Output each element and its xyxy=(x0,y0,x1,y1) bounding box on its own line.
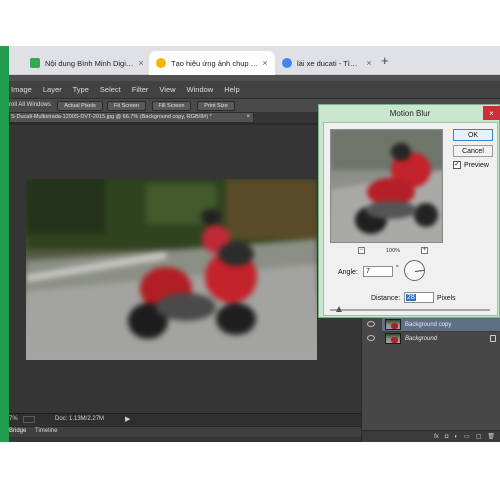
bottom-panel-tabs: Bridge Timeline xyxy=(9,426,361,437)
menu-select[interactable]: Select xyxy=(100,85,121,94)
new-tab-button[interactable]: + xyxy=(381,53,389,68)
add-mask-icon[interactable]: ◘ xyxy=(445,434,449,440)
browser-tab-bar: Nội dung Bình Minh Digit… × Tạo hiệu ứng… xyxy=(9,46,500,75)
actual-pixels-button[interactable]: Actual Pixels xyxy=(57,101,103,111)
layer-thumbnail xyxy=(385,333,401,344)
sheets-icon xyxy=(30,58,40,68)
ps-menu-bar: Image Layer Type Select Filter View Wind… xyxy=(9,81,500,98)
close-icon[interactable]: × xyxy=(135,58,147,68)
filter-preview[interactable] xyxy=(330,129,443,243)
layer-thumbnail xyxy=(385,319,401,330)
fit-screen-button[interactable]: Fit Screen xyxy=(107,101,146,111)
eye-icon[interactable] xyxy=(367,321,375,327)
new-layer-icon[interactable]: ▢ xyxy=(476,433,482,440)
motion-blur-dialog: Motion Blur × − 100% + OK Cancel ✓ Previ… xyxy=(318,104,500,318)
browser-tab-1[interactable]: Nội dung Bình Minh Digit… × xyxy=(23,51,151,75)
browser-tab-3[interactable]: lái xe ducati - Tìm với Goo… × xyxy=(275,51,379,75)
document-tab-strip xyxy=(9,123,321,125)
lock-icon xyxy=(490,335,496,342)
doc-size-info: Doc: 1.13M/2.27M xyxy=(55,416,105,422)
close-icon[interactable]: × xyxy=(483,106,500,120)
zoom-value[interactable]: 7% xyxy=(9,416,18,422)
close-icon[interactable]: × xyxy=(259,58,271,68)
layer-name: Background xyxy=(405,335,438,342)
angle-label: Angle: xyxy=(338,269,358,276)
distance-input[interactable]: 28 xyxy=(404,292,434,303)
trash-icon[interactable]: 🗑 xyxy=(487,433,495,440)
browser-tab-2[interactable]: Tạo hiệu ứng ảnh chụp Pa… × xyxy=(149,51,275,75)
distance-slider-thumb[interactable] xyxy=(336,306,342,312)
close-icon[interactable]: × xyxy=(363,58,375,68)
menu-help[interactable]: Help xyxy=(224,85,239,94)
link-layers-icon[interactable]: fx xyxy=(434,434,439,440)
document-tab-title: S-Ducati-Multistrada-1200S-DVT-2015.jpg … xyxy=(11,114,212,120)
menu-layer[interactable]: Layer xyxy=(43,85,62,94)
print-size-button[interactable]: Print Size xyxy=(197,101,235,111)
layers-panel-footer: fx ◘ ◐ ▭ ▢ 🗑 xyxy=(362,430,500,442)
dialog-title: Motion Blur xyxy=(389,109,431,118)
document-tab[interactable]: S-Ducati-Multistrada-1200S-DVT-2015.jpg … xyxy=(9,112,254,123)
preview-checkbox[interactable]: ✓ Preview xyxy=(453,161,489,169)
layer-name: Background copy xyxy=(405,321,452,328)
dialog-body: − 100% + OK Cancel ✓ Preview Angle: 7 ° … xyxy=(323,122,498,316)
image-canvas[interactable] xyxy=(26,179,317,360)
preview-label: Preview xyxy=(464,161,489,169)
left-green-strip xyxy=(0,46,9,442)
tab-title: lái xe ducati - Tìm với Goo… xyxy=(297,58,363,68)
layers-panel: Background copy Background fx ◘ ◐ ▭ ▢ 🗑 xyxy=(361,305,500,442)
google-icon xyxy=(282,58,292,68)
menu-view[interactable]: View xyxy=(159,85,175,94)
new-group-icon[interactable]: ▭ xyxy=(464,433,470,440)
adjustment-layer-icon[interactable]: ◐ xyxy=(454,434,458,440)
tab-bridge[interactable]: Bridge xyxy=(9,428,26,434)
scroll-all-windows-checkbox[interactable]: roll All Windows xyxy=(9,102,51,108)
layer-row-background-copy[interactable]: Background copy xyxy=(367,317,500,331)
eye-icon[interactable] xyxy=(367,335,375,341)
tab-timeline[interactable]: Timeline xyxy=(35,428,57,434)
tab-title: Nội dung Bình Minh Digit… xyxy=(45,58,135,68)
fill-screen-button[interactable]: Fill Screen xyxy=(152,101,191,111)
tab-title: Tạo hiệu ứng ảnh chụp Pa… xyxy=(171,58,259,68)
doc-info-box xyxy=(23,416,35,423)
distance-slider-track[interactable] xyxy=(330,309,490,311)
layer-row-background[interactable]: Background xyxy=(367,331,500,345)
pixels-unit-label: Pixels xyxy=(437,295,456,302)
screenshot-root: Nội dung Bình Minh Digit… × Tạo hiệu ứng… xyxy=(0,0,500,500)
close-icon[interactable]: × xyxy=(246,113,250,122)
angle-dial[interactable] xyxy=(404,260,425,281)
cancel-button[interactable]: Cancel xyxy=(453,145,493,157)
menu-filter[interactable]: Filter xyxy=(132,85,149,94)
status-bar: 7% Doc: 1.13M/2.27M ▶ xyxy=(9,413,361,425)
checkbox-box[interactable]: ✓ xyxy=(453,161,461,169)
menu-window[interactable]: Window xyxy=(187,85,214,94)
degree-symbol: ° xyxy=(396,265,399,272)
blurred-motorcycle-image xyxy=(26,179,317,360)
preview-zoom-value: 100% xyxy=(385,247,401,254)
zoom-in-button[interactable]: + xyxy=(420,247,428,254)
zoom-out-button[interactable]: − xyxy=(358,247,365,254)
status-menu-arrow-icon[interactable]: ▶ xyxy=(125,415,130,423)
preview-zoom-controls: − 100% + xyxy=(358,246,428,255)
distance-label: Distance: xyxy=(371,295,401,302)
web-icon xyxy=(156,58,166,68)
menu-image[interactable]: Image xyxy=(11,85,32,94)
ok-button[interactable]: OK xyxy=(453,129,493,141)
menu-type[interactable]: Type xyxy=(73,85,89,94)
angle-input[interactable]: 7 xyxy=(363,266,393,277)
preview-image xyxy=(331,130,442,242)
distance-value: 28 xyxy=(406,294,416,301)
